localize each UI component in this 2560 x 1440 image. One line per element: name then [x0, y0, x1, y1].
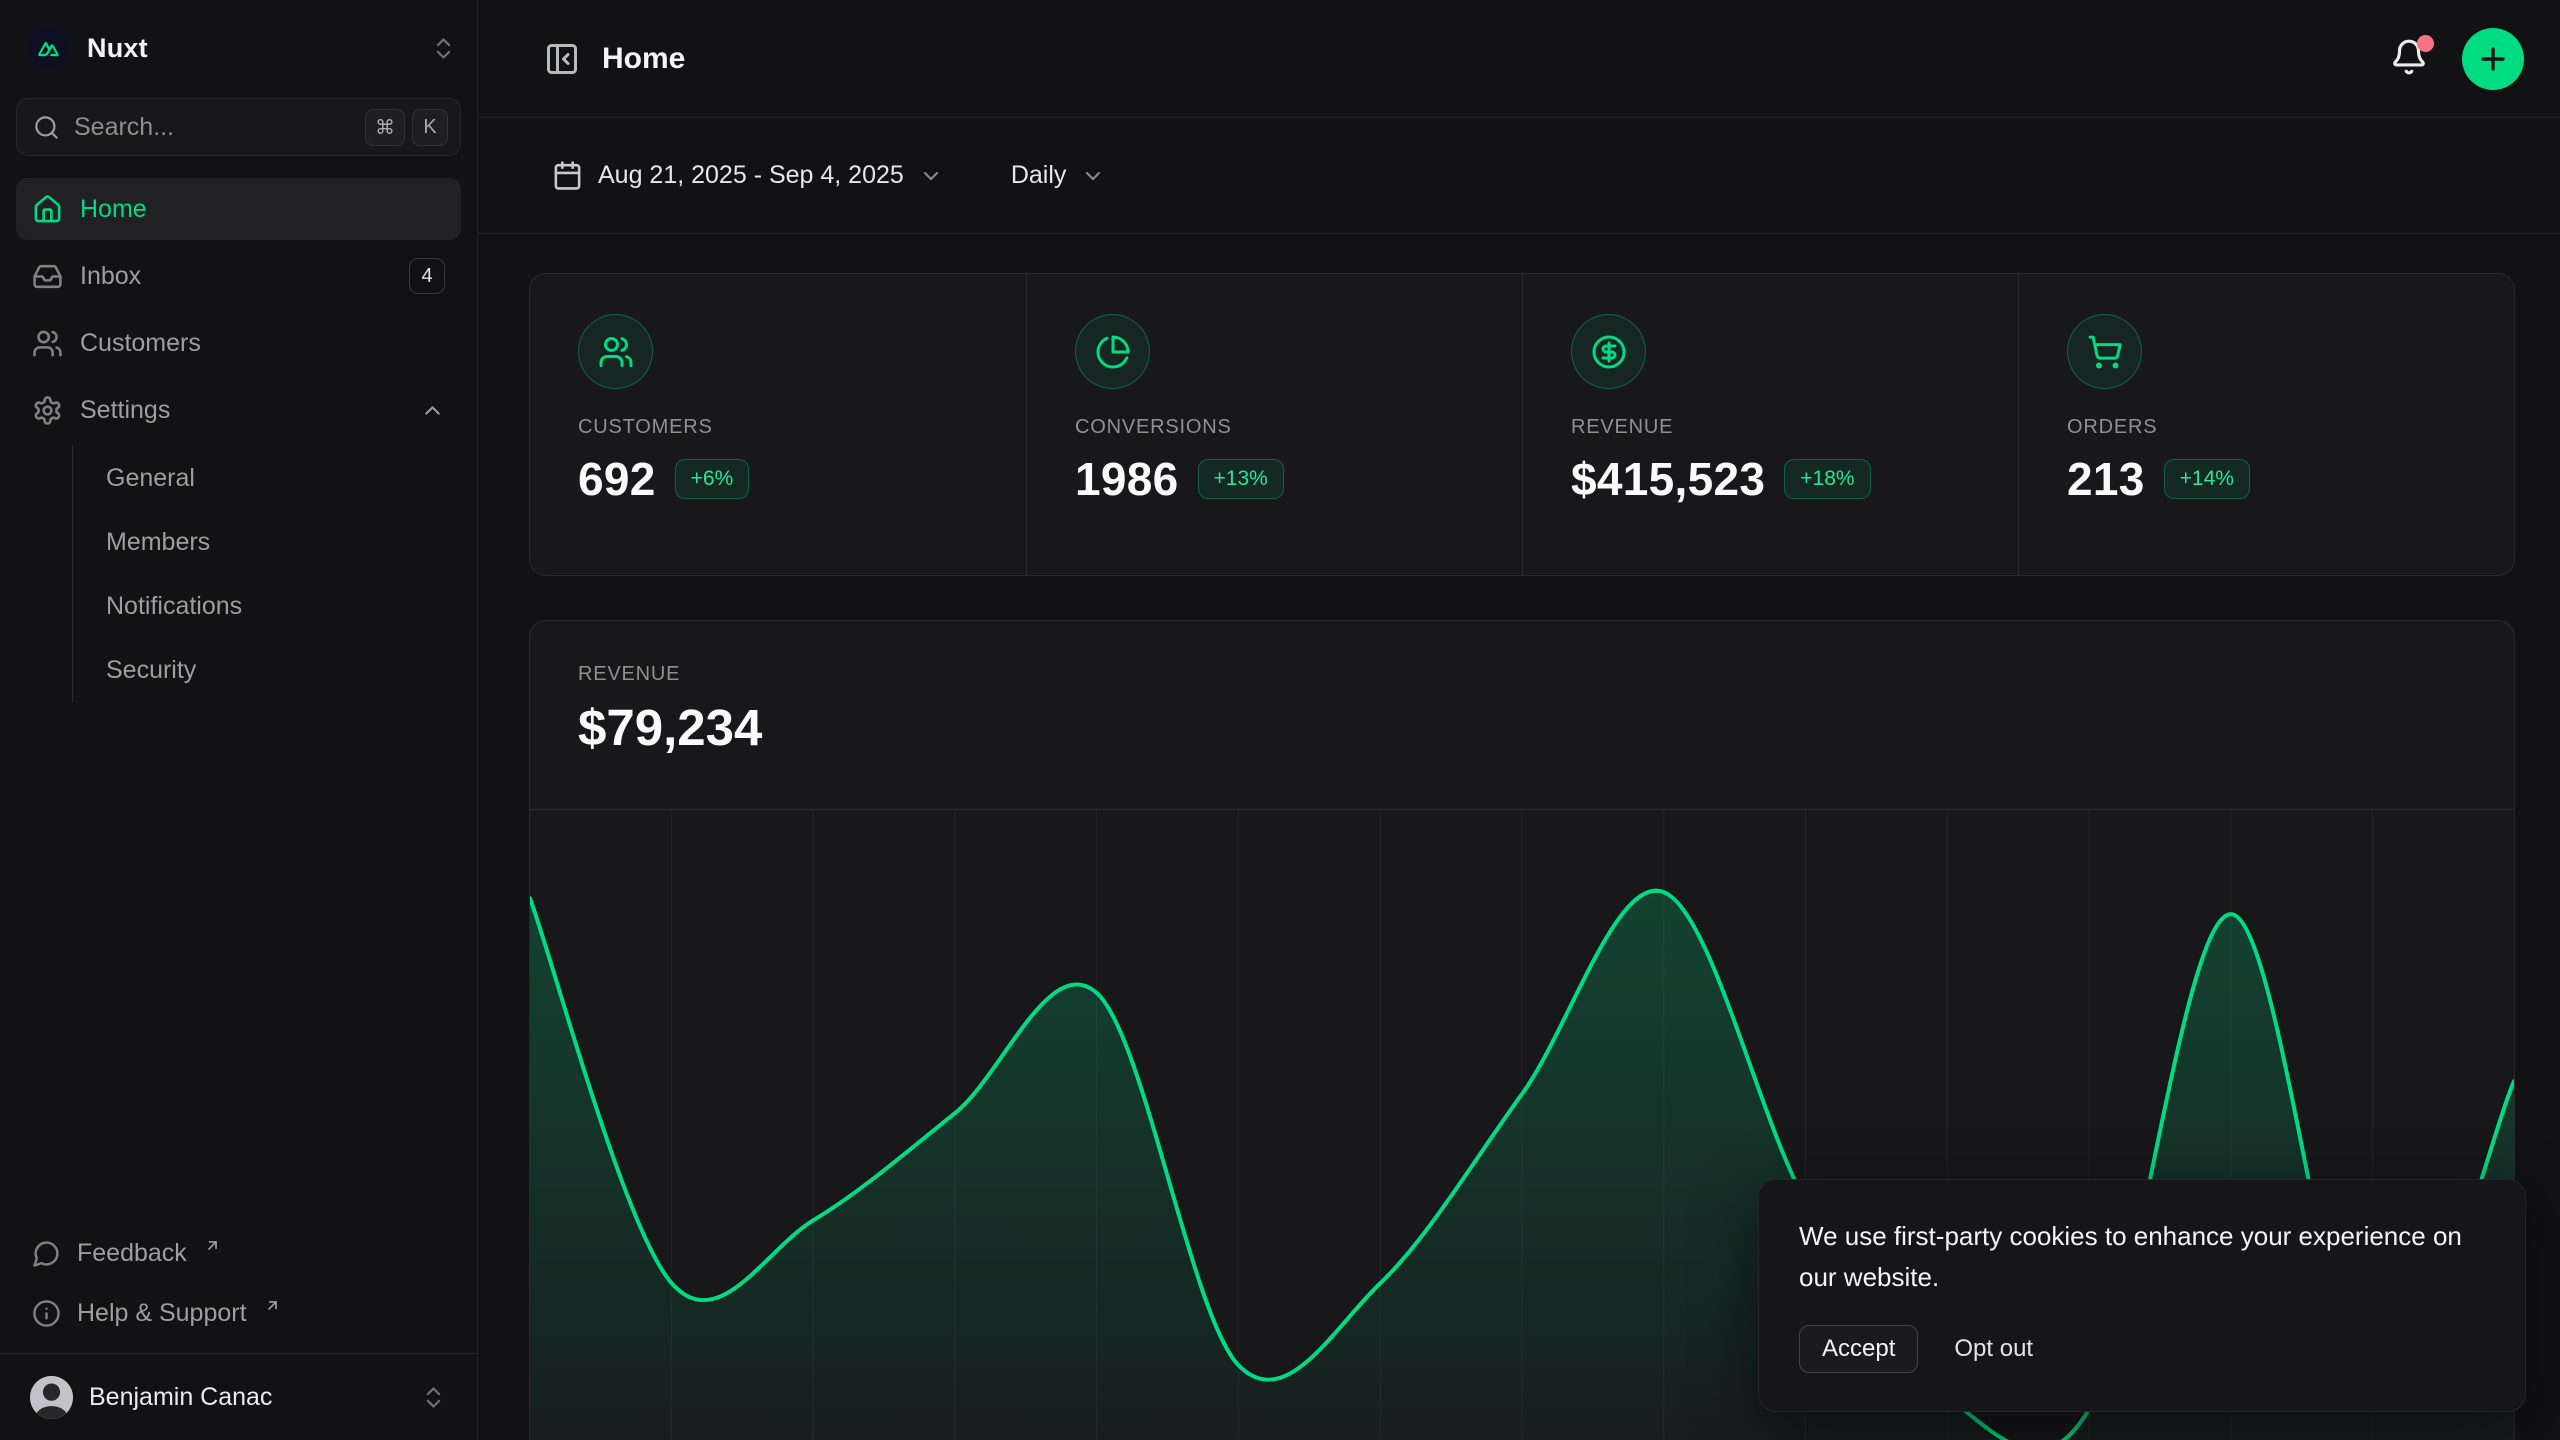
sidebar-item-label: Customers	[80, 329, 201, 358]
chevrons-up-down-icon	[420, 1384, 447, 1411]
message-bubble-icon	[32, 1239, 61, 1268]
user-menu[interactable]: Benjamin Canac	[16, 1366, 461, 1428]
stat-delta-badge: +18%	[1784, 459, 1870, 499]
chevron-down-icon	[1081, 164, 1105, 188]
search-input[interactable]: Search... ⌘ K	[16, 98, 461, 156]
sidebar-item-label: Settings	[80, 396, 170, 425]
stat-label: ORDERS	[2067, 416, 2514, 439]
chevron-down-icon	[919, 164, 943, 188]
feedback-link[interactable]: Feedback	[16, 1223, 461, 1283]
inbox-count-badge: 4	[409, 258, 445, 294]
unread-notification-dot	[2417, 35, 2434, 52]
dollar-circle-icon	[1591, 334, 1627, 370]
user-name: Benjamin Canac	[89, 1383, 272, 1412]
sidebar-item-inbox[interactable]: Inbox 4	[16, 245, 461, 307]
stat-label: REVENUE	[1571, 416, 2018, 439]
info-circle-icon	[32, 1299, 61, 1328]
nuxt-logo-icon	[26, 26, 70, 70]
page-title: Home	[602, 42, 685, 76]
help-support-link[interactable]: Help & Support	[16, 1283, 461, 1343]
sidebar-item-label: Home	[80, 195, 147, 224]
gear-icon	[32, 395, 63, 426]
search-placeholder: Search...	[74, 113, 351, 142]
notifications-button[interactable]	[2390, 38, 2432, 80]
date-range-value: Aug 21, 2025 - Sep 4, 2025	[598, 161, 904, 190]
sidebar-item-label: Inbox	[80, 262, 141, 291]
revenue-chart-value: $79,234	[578, 698, 2466, 757]
shopping-cart-icon	[2087, 334, 2123, 370]
cookie-banner: We use first-party cookies to enhance yo…	[1758, 1179, 2526, 1412]
optout-cookies-button[interactable]: Opt out	[1948, 1326, 2039, 1372]
kbd-k: K	[412, 109, 448, 146]
stat-revenue[interactable]: REVENUE $415,523 +18%	[1522, 274, 2018, 575]
stat-delta-badge: +14%	[2164, 459, 2250, 499]
stat-orders[interactable]: ORDERS 213 +14%	[2018, 274, 2514, 575]
stat-value: 1986	[1075, 452, 1179, 506]
sidebar-item-home[interactable]: Home	[16, 178, 461, 240]
stat-label: CUSTOMERS	[578, 416, 1026, 439]
avatar	[30, 1376, 73, 1419]
workspace-switcher[interactable]: Nuxt	[26, 26, 457, 70]
stat-customers[interactable]: CUSTOMERS 692 +6%	[530, 274, 1026, 575]
stat-label: CONVERSIONS	[1075, 416, 1522, 439]
help-support-label: Help & Support	[77, 1299, 247, 1328]
external-link-arrow-icon	[264, 1297, 281, 1314]
sidebar-nav: Home Inbox 4 Customers Settings General …	[16, 178, 461, 708]
sidebar-item-settings[interactable]: Settings	[16, 379, 461, 441]
filters-toolbar: Aug 21, 2025 - Sep 4, 2025 Daily	[478, 118, 2560, 234]
collapse-sidebar-icon[interactable]	[544, 41, 580, 77]
pie-chart-icon	[1095, 334, 1131, 370]
sidebar-footer: Feedback Help & Support	[0, 1223, 477, 1353]
granularity-value: Daily	[1011, 161, 1067, 190]
stat-delta-badge: +13%	[1198, 459, 1284, 499]
chevron-up-icon	[420, 398, 445, 423]
house-icon	[32, 194, 63, 225]
granularity-select[interactable]: Daily	[1003, 151, 1114, 200]
users-icon	[32, 328, 63, 359]
chevrons-up-down-icon	[430, 35, 457, 62]
feedback-label: Feedback	[77, 1239, 187, 1268]
workspace-name: Nuxt	[87, 33, 148, 64]
stat-delta-badge: +6%	[675, 459, 750, 499]
search-icon	[33, 114, 60, 141]
settings-subnav: General Members Notifications Security	[72, 446, 461, 702]
date-range-picker[interactable]: Aug 21, 2025 - Sep 4, 2025	[544, 150, 951, 201]
inbox-icon	[32, 261, 63, 292]
calendar-icon	[552, 160, 583, 191]
accept-cookies-button[interactable]: Accept	[1799, 1325, 1918, 1373]
stat-value: $415,523	[1571, 452, 1765, 506]
stat-value: 692	[578, 452, 656, 506]
stat-value: 213	[2067, 452, 2145, 506]
sidebar: Nuxt Search... ⌘ K Home Inbox 4 Cu	[0, 0, 478, 1440]
page-header: Home	[478, 0, 2560, 118]
sidebar-item-general[interactable]: General	[73, 446, 461, 510]
sidebar-item-security[interactable]: Security	[73, 638, 461, 702]
revenue-chart-label: REVENUE	[578, 663, 2466, 686]
external-link-arrow-icon	[204, 1237, 221, 1254]
plus-icon	[2476, 42, 2510, 76]
sidebar-item-notifications[interactable]: Notifications	[73, 574, 461, 638]
stat-conversions[interactable]: CONVERSIONS 1986 +13%	[1026, 274, 1522, 575]
kbd-meta: ⌘	[365, 109, 405, 146]
users-icon	[598, 334, 634, 370]
cookie-message: We use first-party cookies to enhance yo…	[1799, 1216, 2485, 1297]
stats-card: CUSTOMERS 692 +6% CONVERSIONS 1986 +13%	[529, 273, 2515, 576]
sidebar-item-members[interactable]: Members	[73, 510, 461, 574]
sidebar-item-customers[interactable]: Customers	[16, 312, 461, 374]
add-button[interactable]	[2462, 28, 2524, 90]
